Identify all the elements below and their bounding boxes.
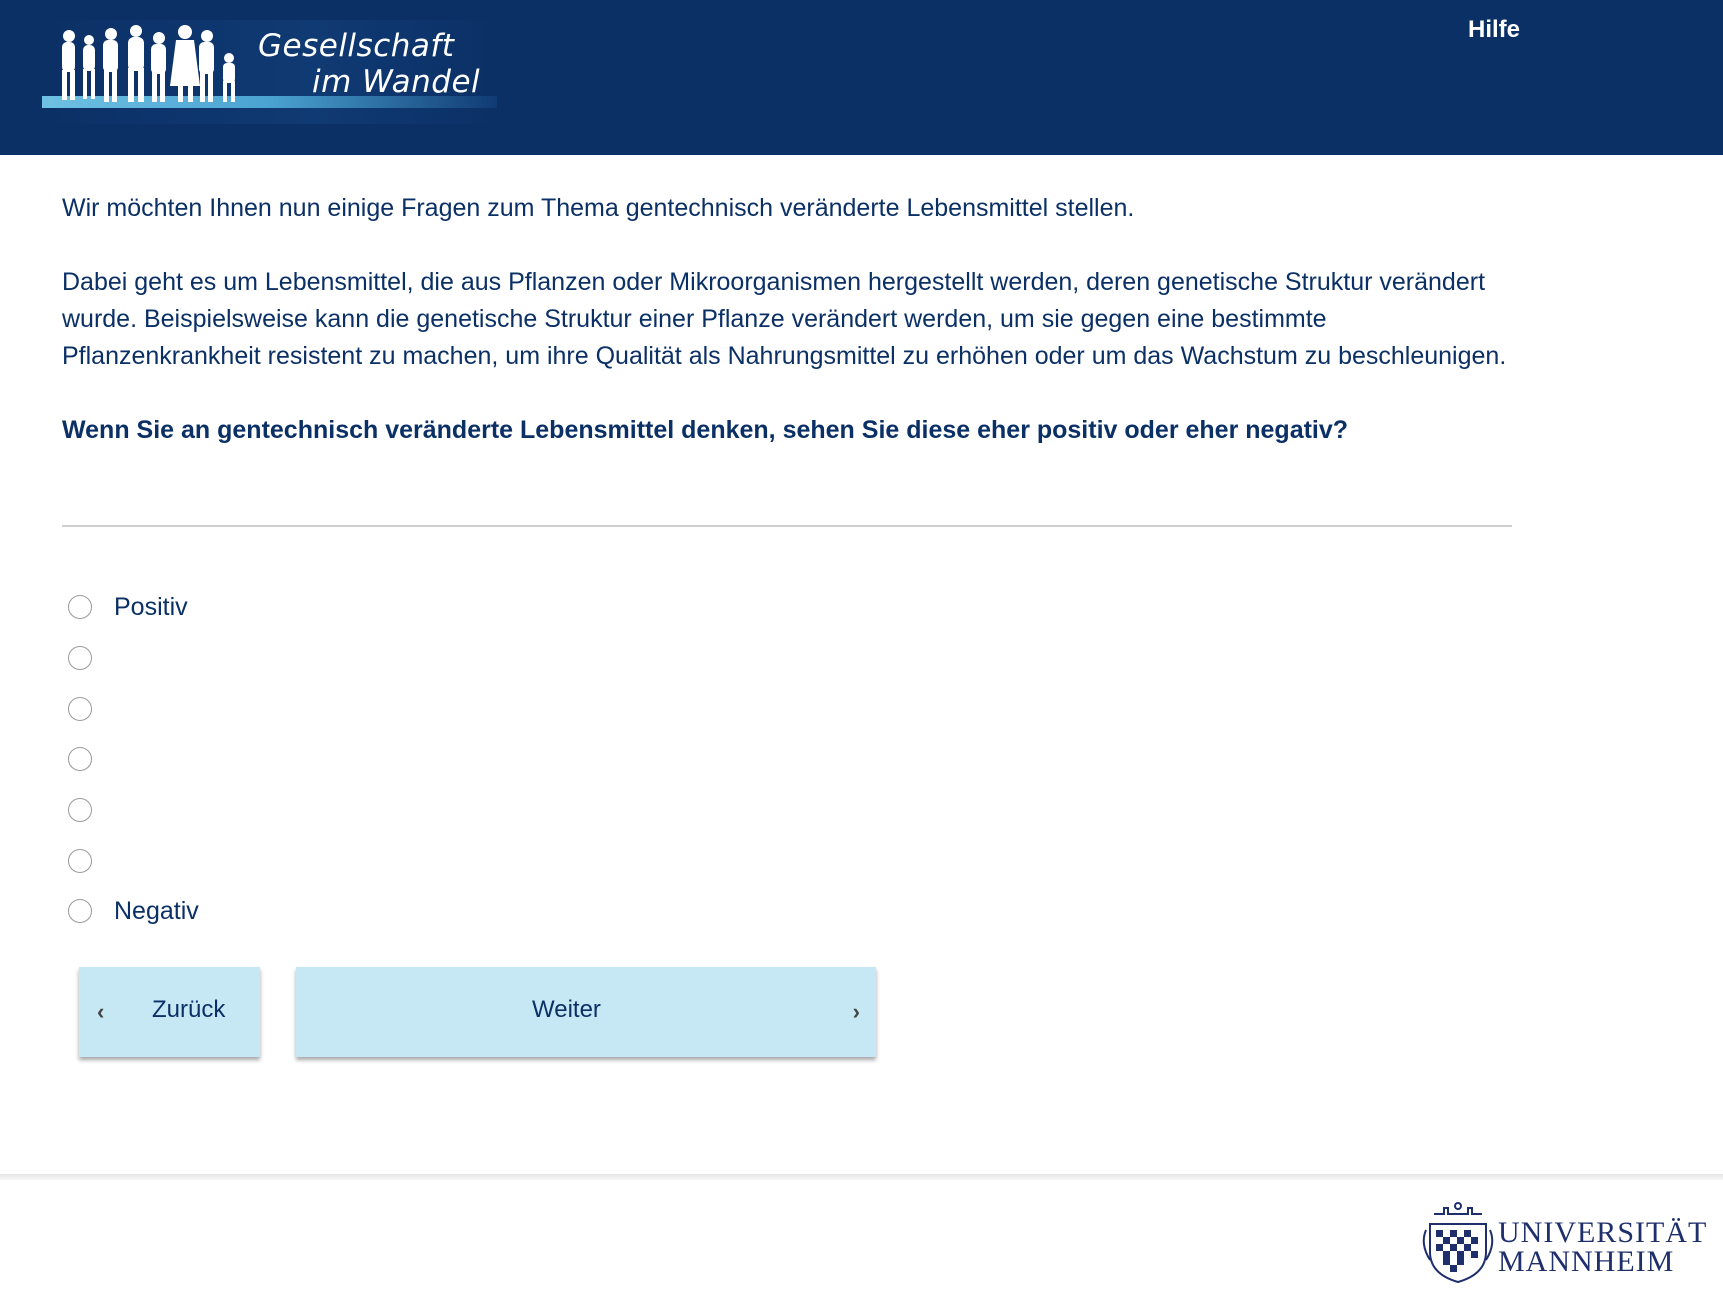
option-4[interactable] — [68, 734, 199, 785]
intro-paragraph-2: Dabei geht es um Lebensmittel, die aus P… — [62, 268, 1507, 370]
radio-button-3[interactable] — [68, 696, 92, 721]
question-content: Wir möchten Ihnen nun einige Fragen zum … — [62, 190, 1512, 449]
question-text: Wenn Sie an gentechnisch veränderte Lebe… — [62, 416, 1349, 444]
next-button-label: Weiter — [532, 996, 601, 1023]
chevron-left-icon: ‹ — [97, 999, 105, 1024]
university-crest-icon — [1422, 1202, 1494, 1284]
option-positiv[interactable]: Positiv — [68, 582, 199, 633]
survey-page: Gesellschaft im Wandel Hilfe Wir möchten… — [0, 0, 1723, 1299]
radio-button-6[interactable] — [68, 848, 92, 873]
back-button[interactable]: ‹ Zurück — [79, 967, 260, 1057]
radio-button-2[interactable] — [68, 646, 92, 671]
university-name-line2: MANNHEIM — [1498, 1245, 1675, 1278]
help-link[interactable]: Hilfe — [1468, 16, 1520, 44]
intro-paragraph-1: Wir möchten Ihnen nun einige Fragen zum … — [62, 194, 1135, 222]
radio-button-1[interactable] — [68, 595, 92, 620]
option-6[interactable] — [68, 835, 199, 886]
university-name-line1: UNIVERSITÄT — [1498, 1216, 1708, 1249]
option-negativ[interactable]: Negativ — [68, 886, 199, 937]
next-button[interactable]: Weiter › — [296, 967, 876, 1057]
radio-button-7[interactable] — [68, 899, 92, 924]
gesellschaft-im-wandel-logo: Gesellschaft im Wandel — [42, 20, 497, 124]
logo-text-line2: im Wandel — [312, 64, 481, 100]
radio-button-5[interactable] — [68, 798, 92, 823]
universitaet-mannheim-logo: UNIVERSITÄT MANNHEIM — [1418, 1200, 1718, 1288]
answer-scale: Positiv Negativ — [68, 582, 199, 937]
back-button-label: Zurück — [152, 996, 226, 1023]
option-2[interactable] — [68, 633, 199, 684]
footer-divider — [0, 1174, 1723, 1180]
radio-button-4[interactable] — [68, 747, 92, 772]
option-label: Positiv — [114, 592, 188, 621]
option-3[interactable] — [68, 683, 199, 734]
option-label: Negativ — [114, 896, 199, 925]
university-name: UNIVERSITÄT MANNHEIM — [1498, 1216, 1708, 1278]
divider — [62, 525, 1512, 527]
header-bar: Gesellschaft im Wandel Hilfe — [0, 0, 1723, 155]
logo-text-line1: Gesellschaft — [258, 28, 455, 64]
option-5[interactable] — [68, 785, 199, 836]
chevron-right-icon: › — [852, 999, 860, 1024]
